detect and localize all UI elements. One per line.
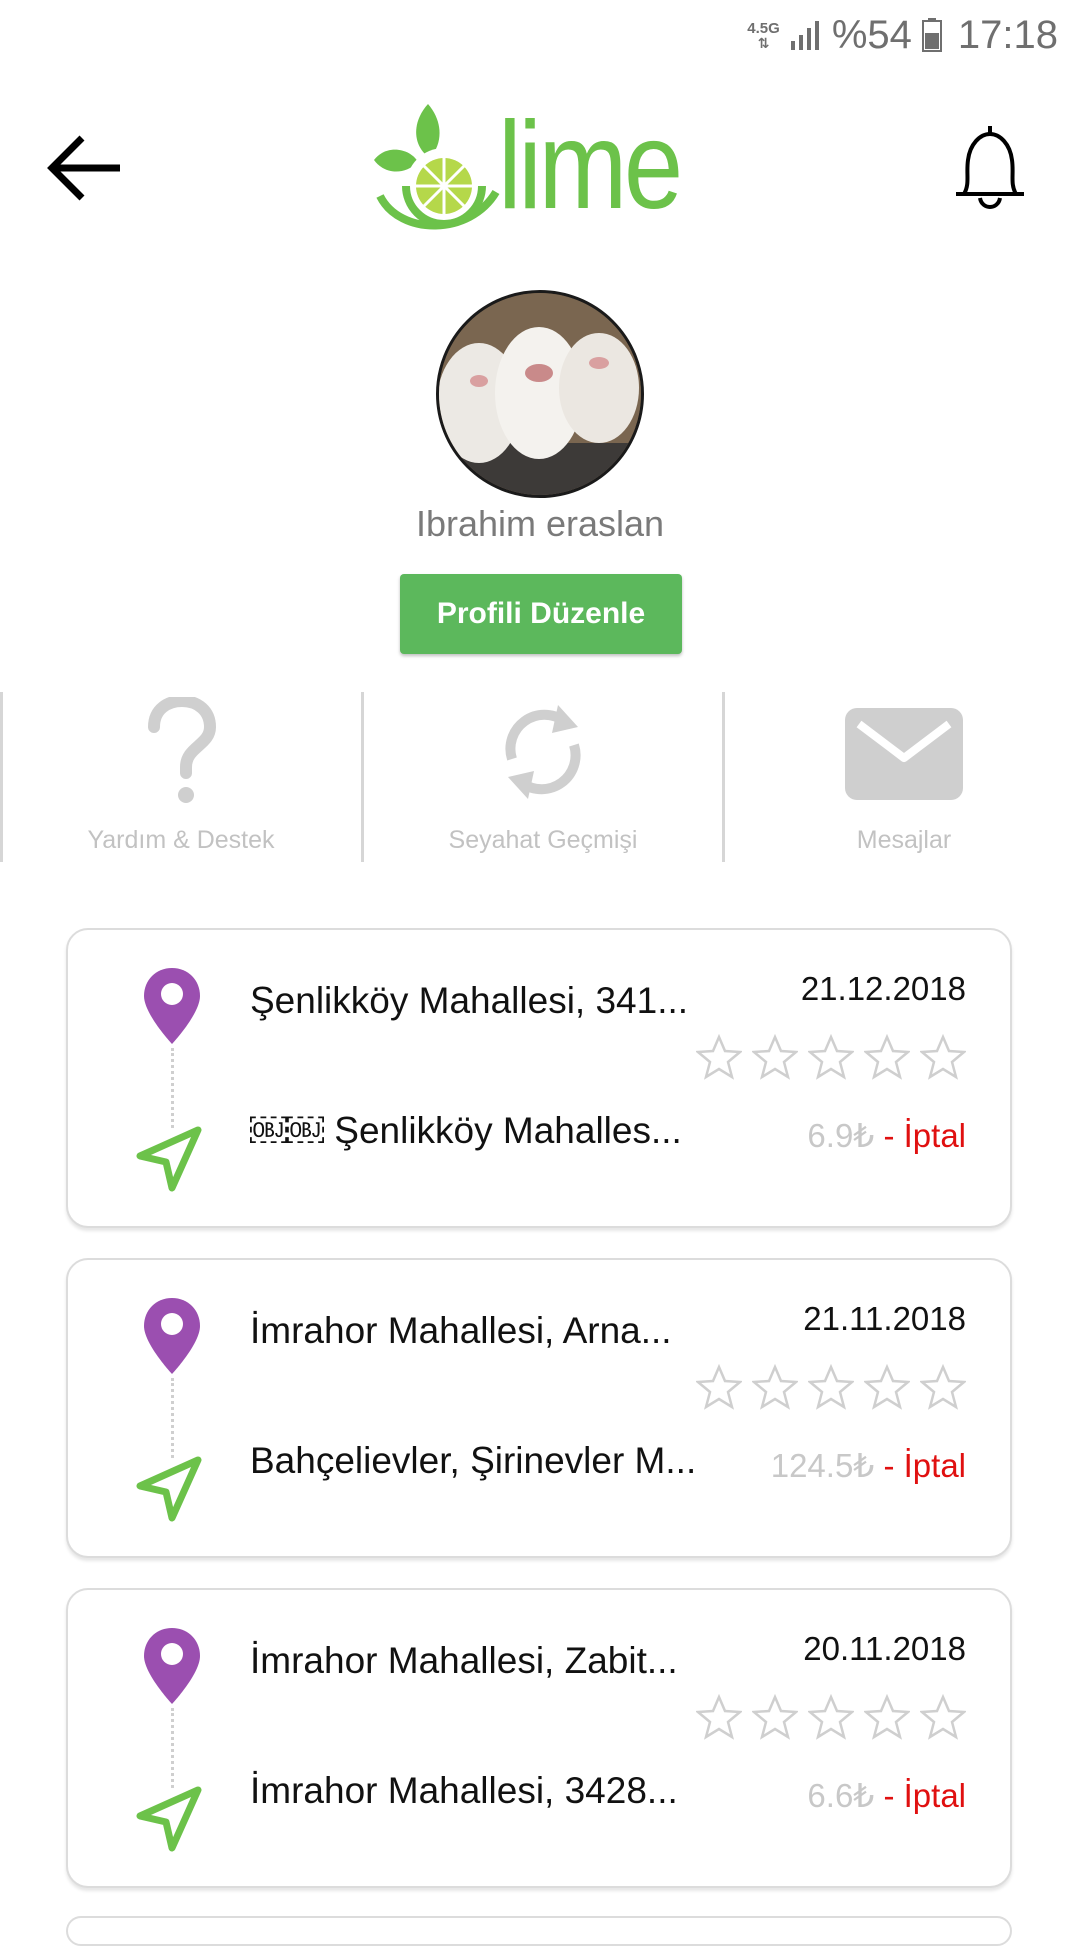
trip-date: 20.11.2018 (803, 1630, 966, 1667)
clock: 17:18 (957, 12, 1058, 57)
trip-status: - İptal (874, 1447, 966, 1484)
question-icon (146, 692, 216, 812)
battery-percent: %54 (831, 12, 912, 57)
star-icon[interactable] (752, 1364, 798, 1410)
trip-card-partial[interactable] (66, 1916, 1012, 1946)
pickup-pin-icon (144, 1298, 200, 1374)
bell-icon (956, 126, 1024, 209)
star-icon[interactable] (808, 1694, 854, 1740)
divider (722, 692, 725, 862)
trip-history-label: Seyahat Geçmişi (448, 826, 638, 854)
star-icon[interactable] (696, 1694, 742, 1740)
price-status: 6.9₺ - İptal (807, 1116, 966, 1155)
trip-card[interactable]: İmrahor Mahallesi, Arna... Bahçelievler,… (66, 1258, 1012, 1558)
trip-price: 6.6₺ (807, 1777, 875, 1814)
rating-stars (696, 1364, 966, 1410)
star-icon[interactable] (864, 1694, 910, 1740)
trip-status: - İptal (874, 1117, 966, 1154)
star-icon[interactable] (808, 1364, 854, 1410)
star-icon[interactable] (920, 1034, 966, 1080)
pickup-address: Şenlikköy Mahallesi, 341... (250, 980, 689, 1021)
help-support-button[interactable]: Yardım & Destek (21, 692, 341, 862)
status-bar: 4.5G ⇅ %54 17:18 (0, 0, 1080, 66)
notifications-button[interactable] (950, 124, 1030, 216)
destination-arrow-icon (136, 1126, 202, 1192)
star-icon[interactable] (920, 1364, 966, 1410)
star-icon[interactable] (920, 1694, 966, 1740)
route-line (171, 1378, 174, 1458)
refresh-icon (498, 692, 588, 812)
messages-label: Mesajlar (856, 826, 952, 854)
edit-profile-button[interactable]: Profili Düzenle (400, 574, 682, 654)
star-icon[interactable] (864, 1034, 910, 1080)
price-status: 124.5₺ - İptal (771, 1446, 966, 1485)
battery-icon (921, 18, 942, 52)
trip-date: 21.11.2018 (803, 1300, 966, 1337)
messages-button[interactable]: Mesajlar (744, 692, 1064, 862)
pickup-pin-icon (144, 1628, 200, 1704)
pickup-pin-icon (144, 968, 200, 1044)
network-type: 4.5G (747, 19, 780, 37)
lime-leaf-icon (374, 104, 500, 230)
lime-logo: lime (370, 96, 710, 236)
trip-card[interactable]: Şenlikköy Mahallesi, 341... ￼￼ Şenlikköy… (66, 928, 1012, 1228)
destination-arrow-icon (136, 1456, 202, 1522)
price-status: 6.6₺ - İptal (807, 1776, 966, 1815)
trip-price: 6.9₺ (807, 1117, 875, 1154)
trip-card[interactable]: İmrahor Mahallesi, Zabit... İmrahor Maha… (66, 1588, 1012, 1888)
star-icon[interactable] (696, 1034, 742, 1080)
route-line (171, 1708, 174, 1788)
star-icon[interactable] (752, 1694, 798, 1740)
signal-icon (790, 19, 822, 51)
divider (361, 692, 364, 862)
pickup-address: İmrahor Mahallesi, Zabit... (250, 1640, 678, 1681)
trip-status: - İptal (874, 1777, 966, 1814)
dropoff-address: Bahçelievler, Şirinevler M... (250, 1440, 697, 1481)
avatar[interactable] (436, 290, 644, 498)
avatar-photo (439, 293, 641, 495)
route-line (171, 1048, 174, 1128)
status-indicators: 4.5G ⇅ %54 17:18 (747, 10, 1058, 60)
trip-date: 21.12.2018 (800, 970, 966, 1007)
logo-wordmark: lime (498, 97, 683, 235)
help-support-label: Yardım & Destek (87, 826, 275, 854)
divider (0, 692, 3, 862)
dropoff-address: İmrahor Mahallesi, 3428... (250, 1770, 678, 1811)
dropoff-address: ￼￼ Şenlikköy Mahalles... (250, 1110, 682, 1151)
rating-stars (696, 1694, 966, 1740)
star-icon[interactable] (696, 1364, 742, 1410)
pickup-address: İmrahor Mahallesi, Arna... (250, 1310, 672, 1351)
back-button[interactable] (44, 128, 124, 208)
network-indicator: 4.5G ⇅ (747, 21, 780, 50)
envelope-icon (845, 692, 963, 812)
data-arrows-icon: ⇅ (757, 34, 770, 51)
rating-stars (696, 1034, 966, 1080)
trip-price: 124.5₺ (770, 1447, 875, 1484)
star-icon[interactable] (808, 1034, 854, 1080)
quick-actions: Yardım & Destek Seyahat Geçmişi Mesajlar (0, 692, 1080, 862)
user-name: Ibrahim eraslan (415, 503, 665, 544)
arrow-left-icon (47, 135, 120, 201)
destination-arrow-icon (136, 1786, 202, 1852)
trip-history-button[interactable]: Seyahat Geçmişi (383, 692, 703, 862)
star-icon[interactable] (752, 1034, 798, 1080)
star-icon[interactable] (864, 1364, 910, 1410)
